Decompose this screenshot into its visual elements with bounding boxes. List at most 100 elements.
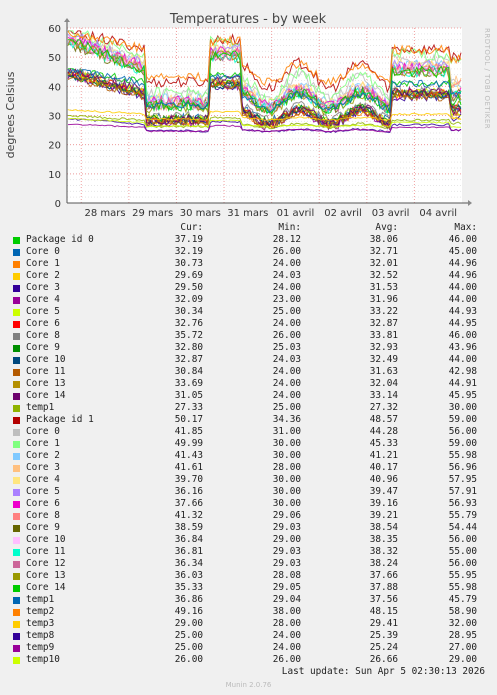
- legend-min: 28.12: [272, 234, 301, 245]
- y-tick-label: 20: [48, 141, 61, 152]
- y-axis-label: degrees Celsius: [4, 71, 17, 158]
- legend-avg: 31.63: [369, 366, 398, 377]
- legend-row: Core 2 41.43 30.00 41.21 55.98: [13, 450, 483, 462]
- legend-max: 55.98: [448, 450, 477, 461]
- legend-series-name: Core 2: [26, 270, 60, 281]
- y-tick-label: 60: [48, 24, 61, 35]
- legend-swatch: [13, 261, 20, 268]
- legend-series-name: temp10: [26, 654, 60, 665]
- legend-min: 24.00: [272, 378, 301, 389]
- legend-series-name: temp3: [26, 618, 55, 629]
- legend-header-min: Min:: [278, 222, 301, 233]
- legend-series-name: Core 13: [26, 378, 66, 389]
- legend-min: 24.00: [272, 318, 301, 329]
- legend-min: 30.00: [272, 486, 301, 497]
- legend-swatch: [13, 333, 20, 340]
- legend-avg: 25.24: [369, 642, 398, 653]
- y-tick-label: 10: [48, 170, 61, 181]
- legend-cur: 31.05: [174, 390, 203, 401]
- legend-cur: 26.00: [174, 654, 203, 665]
- legend-row: Package id 0 37.19 28.12 38.06 46.00: [13, 234, 483, 246]
- legend-row: Core 5 36.16 30.00 39.47 57.91: [13, 486, 483, 498]
- legend-min: 23.00: [272, 294, 301, 305]
- legend-rows: Package id 0 37.19 28.12 38.06 46.00 Core 0 32…: [13, 234, 483, 666]
- legend-max: 30.00: [448, 402, 477, 413]
- x-tick-label: 28 mars: [85, 208, 126, 219]
- legend-avg: 27.32: [369, 402, 398, 413]
- legend-swatch: [13, 297, 20, 304]
- legend-avg: 32.49: [369, 354, 398, 365]
- legend-avg: 25.39: [369, 630, 398, 641]
- legend-swatch: [13, 585, 20, 592]
- legend-max: 59.00: [448, 438, 477, 449]
- legend-cur: 41.61: [174, 462, 203, 473]
- legend-avg: 29.41: [369, 618, 398, 629]
- legend-row: Core 11 36.81 29.03 38.32 55.00: [13, 546, 483, 558]
- legend-row: Core 6 32.76 24.00 32.87 44.95: [13, 318, 483, 330]
- legend-cur: 39.70: [174, 474, 203, 485]
- legend-row: Core 9 38.59 29.03 38.54 54.44: [13, 522, 483, 534]
- legend-avg: 32.71: [369, 246, 398, 257]
- legend-max: 44.91: [448, 378, 477, 389]
- legend-avg: 38.35: [369, 534, 398, 545]
- legend-max: 45.79: [448, 594, 477, 605]
- legend-series-name: Core 3: [26, 282, 60, 293]
- legend-min: 30.00: [272, 498, 301, 509]
- legend-series-name: temp2: [26, 606, 55, 617]
- legend-series-name: Core 10: [26, 354, 66, 365]
- legend-max: 27.00: [448, 642, 477, 653]
- legend-series-name: Core 0: [26, 246, 60, 257]
- legend-swatch: [13, 393, 20, 400]
- legend-max: 55.98: [448, 582, 477, 593]
- legend-row: temp1 27.33 25.00 27.32 30.00: [13, 402, 483, 414]
- legend-max: 57.95: [448, 474, 477, 485]
- legend-series-name: Core 10: [26, 534, 66, 545]
- legend-row: temp2 49.16 38.00 48.15 58.90: [13, 606, 483, 618]
- legend-row: Core 0 32.19 26.00 32.71 45.00: [13, 246, 483, 258]
- legend-min: 30.00: [272, 450, 301, 461]
- legend-avg: 33.14: [369, 390, 398, 401]
- legend-series-name: Core 9: [26, 342, 60, 353]
- legend-min: 26.00: [272, 330, 301, 341]
- legend-avg: 39.21: [369, 510, 398, 521]
- chart-title: Temperatures - by week: [169, 12, 327, 27]
- legend-avg: 31.53: [369, 282, 398, 293]
- legend-avg: 48.57: [369, 414, 398, 425]
- legend-series-name: Core 9: [26, 522, 60, 533]
- legend-avg: 40.17: [369, 462, 398, 473]
- legend-min: 24.00: [272, 630, 301, 641]
- legend-max: 28.95: [448, 630, 477, 641]
- legend-cur: 36.84: [174, 534, 203, 545]
- legend-header: Cur: Min: Avg: Max:: [13, 222, 483, 234]
- legend-cur: 36.86: [174, 594, 203, 605]
- legend-series-name: temp9: [26, 642, 55, 653]
- legend-series-name: Core 4: [26, 474, 60, 485]
- legend-header-cur: Cur:: [180, 222, 203, 233]
- legend-min: 38.00: [272, 606, 301, 617]
- legend-min: 28.00: [272, 462, 301, 473]
- legend-row: Core 0 41.85 31.00 44.28 56.00: [13, 426, 483, 438]
- legend-avg: 38.32: [369, 546, 398, 557]
- legend-series-name: Core 14: [26, 390, 66, 401]
- legend-swatch: [13, 357, 20, 364]
- legend-series-name: Core 2: [26, 450, 60, 461]
- legend-swatch: [13, 609, 20, 616]
- legend-avg: 33.22: [369, 306, 398, 317]
- legend-cur: 35.72: [174, 330, 203, 341]
- legend-max: 43.96: [448, 342, 477, 353]
- legend-series-name: Core 6: [26, 318, 60, 329]
- legend-avg: 37.56: [369, 594, 398, 605]
- legend-cur: 35.33: [174, 582, 203, 593]
- legend-cur: 33.69: [174, 378, 203, 389]
- legend-avg: 33.81: [369, 330, 398, 341]
- legend-row: Core 6 37.66 30.00 39.16 56.93: [13, 498, 483, 510]
- legend-max: 59.00: [448, 414, 477, 425]
- legend-swatch: [13, 621, 20, 628]
- legend-swatch: [13, 237, 20, 244]
- legend-max: 55.00: [448, 546, 477, 557]
- legend-min: 24.00: [272, 282, 301, 293]
- legend-min: 29.04: [272, 594, 301, 605]
- legend-swatch: [13, 465, 20, 472]
- legend-max: 42.98: [448, 366, 477, 377]
- legend-swatch: [13, 321, 20, 328]
